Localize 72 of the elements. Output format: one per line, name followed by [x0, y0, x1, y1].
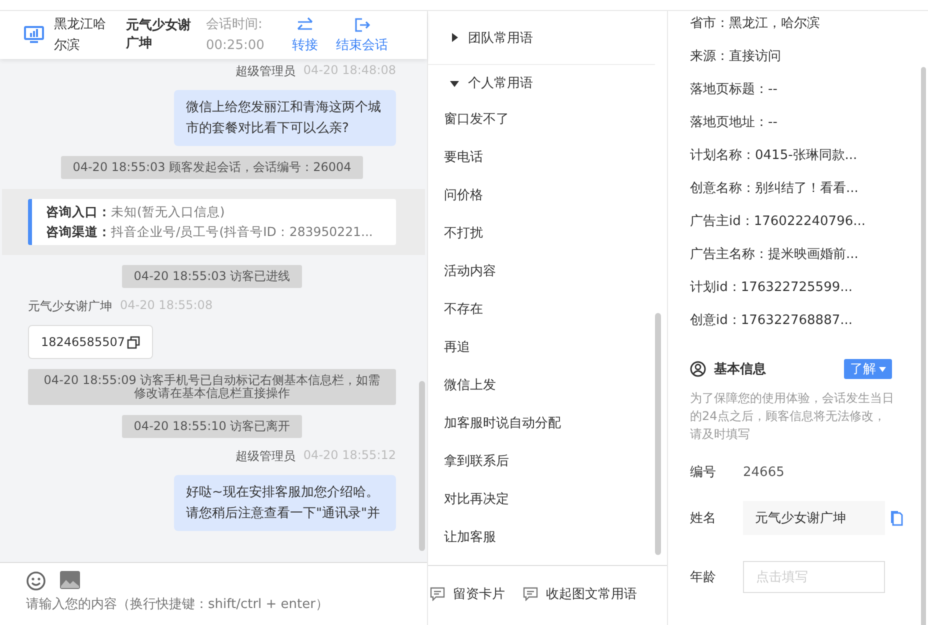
- name-field[interactable]: 元气少女谢广坤: [743, 501, 885, 535]
- message-input[interactable]: 请输入您的内容（换行快捷键：shift/ctrl + enter）: [26, 597, 406, 612]
- section-title: 基本信息: [714, 361, 767, 378]
- entry-value: 抖音企业号/员工号(抖音号ID：283950221...: [111, 225, 373, 239]
- phrase-item[interactable]: 微信上发: [428, 367, 512, 405]
- message-time: 04-20 18:48:08: [303, 63, 396, 79]
- visitor-info-row-text: 省市：黑龙江，哈尔滨: [690, 15, 821, 33]
- caret-down-icon: [879, 366, 886, 372]
- phrase-action-button[interactable]: 留资卡片: [430, 584, 505, 602]
- visitor-info-row-text: 创意id：176322768887...: [690, 312, 854, 330]
- visitor-info-row-text: 计划名称：0415-张琳同款...: [690, 147, 858, 165]
- field-label: 姓名: [690, 510, 717, 527]
- image-icon[interactable]: [60, 571, 80, 589]
- scrollbar-thumb[interactable]: [655, 313, 661, 555]
- phrase-item[interactable]: 拿到联系后: [428, 443, 525, 481]
- entry-label: 咨询渠道：: [46, 225, 111, 239]
- scrollbar-thumb[interactable]: [419, 381, 425, 551]
- sender-name: 超级管理员: [235, 63, 296, 80]
- emoji-icon[interactable]: [26, 571, 46, 591]
- message-icon: [430, 586, 445, 600]
- phrase-action-button[interactable]: 收起图文常用语: [523, 584, 637, 602]
- sender-name: 元气少女谢广坤: [28, 298, 112, 315]
- message-bubble: 好哒~现在安排客服加您介绍哈。请您稍后注意查看一下"通讯录"并: [174, 475, 396, 531]
- visitor-name: 元气少女谢广坤: [126, 17, 192, 53]
- message-bubble: 微信上给您发丽江和青海这两个城市的套餐对比看下可以么亲?: [174, 90, 396, 146]
- scrollbar-thumb[interactable]: [921, 67, 926, 625]
- system-notice: 04-20 18:55:09 访客手机号已自动标记右侧基本信息栏，如需修改请在基本信息栏直接操作: [28, 369, 396, 405]
- header-action-button[interactable]: 结束会话: [332, 16, 392, 54]
- copy-icon[interactable]: [126, 336, 140, 348]
- visitor-location: 黑龙江哈尔滨: [54, 16, 107, 55]
- message-time: 04-20 18:55:12: [303, 448, 396, 464]
- field-label: 年龄: [690, 569, 717, 586]
- field-value: 24665: [743, 464, 784, 480]
- phrase-item[interactable]: 对比再决定: [428, 481, 525, 519]
- session-time: 00:25:00: [206, 37, 266, 55]
- phrase-item[interactable]: 让加客服: [428, 519, 512, 557]
- system-notice: 04-20 18:55:03 访客已进线: [122, 265, 302, 288]
- field-label: 编号: [690, 464, 717, 481]
- visitor-info-row-text: 落地页地址：--: [690, 114, 778, 132]
- phrase-item[interactable]: 窗口发不了: [428, 101, 525, 139]
- visitor-info-row-text: 广告主名称：提米映画婚前...: [690, 246, 860, 264]
- phrase-group-toggle[interactable]: 个人常用语: [428, 65, 655, 101]
- visitor-info-row-text: 计划id：176322725599...: [690, 279, 854, 297]
- entry-label: 咨询入口：: [46, 205, 111, 219]
- visitor-info-row-text: 来源：直接访问: [690, 48, 782, 66]
- monitor-icon: [24, 26, 44, 44]
- phrase-item[interactable]: 再追: [428, 329, 486, 367]
- notice-text: 为了保障您的使用体验，会话发生当日的24点之后，顾客信息将无法修改，请及时填写: [690, 390, 894, 443]
- phrase-item[interactable]: 问价格: [428, 177, 499, 215]
- session-time-label: 会话时间:: [206, 16, 264, 34]
- phrase-item[interactable]: 不打扰: [428, 215, 499, 253]
- visitor-info-row-text: 广告主id：176022240796...: [690, 213, 867, 231]
- phone-number: 18246585507: [41, 335, 125, 349]
- message-icon: [523, 586, 538, 600]
- visitor-info-row-text: 创意名称：别纠结了！看看...: [690, 180, 860, 198]
- entry-value: 未知(暂无入口信息): [111, 205, 225, 219]
- phrase-item[interactable]: 活动内容: [428, 253, 512, 291]
- caret-down-icon: [450, 78, 459, 88]
- system-notice: 04-20 18:55:10 访客已离开: [122, 415, 302, 438]
- exit-icon: [353, 16, 371, 32]
- phrase-item[interactable]: 加客服时说自动分配: [428, 405, 577, 443]
- header-action-button[interactable]: 转接: [288, 16, 322, 54]
- caret-right-icon: [450, 33, 459, 42]
- swap-arrows-icon: [296, 16, 314, 32]
- phrase-group-toggle[interactable]: 团队常用语: [428, 11, 655, 65]
- message-time: 04-20 18:55:08: [120, 298, 213, 314]
- phrase-item[interactable]: 不存在: [428, 291, 499, 329]
- user-circle-icon: [690, 361, 706, 377]
- phrase-item[interactable]: 要电话: [428, 139, 499, 177]
- sender-name: 超级管理员: [235, 448, 296, 465]
- system-notice: 04-20 18:55:03 顾客发起会话，会话编号：26004: [60, 156, 364, 179]
- visitor-info-row-text: 落地页标题：--: [690, 81, 778, 99]
